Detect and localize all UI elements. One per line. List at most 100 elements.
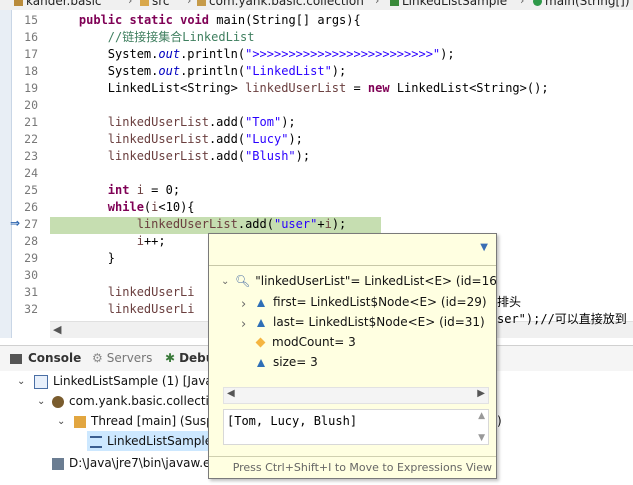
servers-icon: ⚙ bbox=[92, 351, 103, 365]
code-line: public static void main(String[] args){ bbox=[78, 13, 361, 27]
project-icon bbox=[14, 0, 23, 6]
line-number: 27 bbox=[24, 217, 38, 231]
collapse-arrow-icon[interactable]: ⌄ bbox=[37, 396, 45, 407]
tree-item-stack-frame[interactable]: LinkedListSample bbox=[90, 431, 212, 451]
code-line: System.out.println("LinkedList"); bbox=[50, 64, 347, 78]
tree-item-thread-tail: ) bbox=[497, 414, 502, 428]
inspect-child-row[interactable]: last= LinkedList$Node<E> (id=31) bbox=[257, 312, 485, 332]
code-line: int i = 0; bbox=[107, 183, 181, 197]
inspect-child-row[interactable]: modCount= 3 bbox=[255, 332, 356, 352]
collapse-arrow-icon[interactable]: ⌄ bbox=[57, 416, 65, 427]
breadcrumb-item-src[interactable]: src bbox=[140, 0, 170, 8]
code-line-32-tail: ser");//可以直接放到 bbox=[497, 312, 627, 326]
scroll-up-icon[interactable]: ▲ bbox=[478, 411, 485, 421]
launch-config-icon bbox=[34, 374, 48, 389]
popup-horizontal-scrollbar[interactable]: ◀ ▶ bbox=[223, 387, 489, 404]
line-number: 16 bbox=[24, 30, 38, 44]
breadcrumb-separator: › bbox=[128, 0, 133, 7]
line-number: 18 bbox=[24, 64, 38, 78]
tab-servers[interactable]: ⚙ Servers bbox=[92, 351, 152, 365]
line-number: 29 bbox=[24, 251, 38, 265]
process-icon bbox=[52, 395, 64, 408]
field-triangle-icon bbox=[257, 318, 265, 327]
breadcrumb-item-package[interactable]: com.yank.basic.collection bbox=[197, 0, 364, 8]
line-number: 30 bbox=[24, 268, 38, 282]
code-line: linkedUserLi bbox=[107, 285, 195, 299]
method-icon bbox=[533, 0, 542, 6]
tab-debug[interactable]: ✱ Debu bbox=[165, 351, 214, 365]
inspect-child-label: modCount= 3 bbox=[272, 335, 356, 349]
stack-frame-icon bbox=[90, 435, 102, 448]
line-number: 20 bbox=[24, 98, 38, 112]
line-number: 31 bbox=[24, 285, 38, 299]
inspect-detail-pane[interactable]: [Tom, Lucy, Blush] ▲ ▼ bbox=[223, 409, 489, 445]
code-line: linkedUserList.add("Blush"); bbox=[107, 149, 311, 163]
code-line: i++; bbox=[136, 234, 166, 248]
code-line: } bbox=[50, 251, 116, 265]
inspect-icon: 🔍︎ bbox=[235, 274, 251, 288]
line-number: 24 bbox=[24, 166, 38, 180]
scroll-down-icon[interactable]: ▼ bbox=[478, 433, 485, 443]
line-number: 21 bbox=[24, 115, 38, 129]
expand-arrow-icon[interactable]: › bbox=[241, 317, 246, 332]
field-diamond-icon bbox=[255, 337, 266, 348]
line-number: 26 bbox=[24, 200, 38, 214]
tab-console[interactable]: Console bbox=[10, 351, 81, 365]
console-icon bbox=[10, 353, 22, 364]
breadcrumb-item-class[interactable]: LinkedListSample bbox=[390, 0, 507, 8]
code-line-31-tail: 排头 bbox=[497, 295, 522, 309]
scroll-right-icon[interactable]: ▶ bbox=[477, 388, 485, 399]
tree-item-javaw[interactable]: D:\Java\jre7\bin\javaw.e bbox=[52, 453, 210, 473]
view-menu-icon[interactable]: ▼ bbox=[480, 242, 488, 253]
line-number: 32 bbox=[24, 302, 38, 316]
line-number: 28 bbox=[24, 234, 38, 248]
expand-arrow-icon[interactable]: › bbox=[241, 297, 246, 312]
breadcrumb-item-project[interactable]: kander.basic bbox=[14, 0, 102, 8]
inspect-child-label: first= LinkedList$Node<E> (id=29) bbox=[273, 295, 487, 309]
package-icon bbox=[197, 0, 206, 6]
tree-item-process[interactable]: com.yank.basic.collecti bbox=[52, 391, 209, 411]
code-line: //链接接集合LinkedList bbox=[107, 30, 255, 44]
vm-process-icon bbox=[52, 457, 64, 470]
collapse-arrow-icon[interactable]: ⌄ bbox=[17, 376, 25, 387]
popup-divider bbox=[209, 265, 496, 266]
code-line: while(i<10){ bbox=[107, 200, 195, 214]
line-number: 25 bbox=[24, 183, 38, 197]
inspect-child-label: size= 3 bbox=[273, 355, 318, 369]
footer-hint: Press Ctrl+Shift+I to Move to Expression… bbox=[232, 461, 492, 474]
code-line: linkedUserLi bbox=[107, 302, 195, 316]
code-line: System.out.println(">>>>>>>>>>>>>>>>>>>>… bbox=[50, 47, 455, 61]
inspect-child-label: last= LinkedList$Node<E> (id=31) bbox=[273, 315, 485, 329]
source-folder-icon bbox=[140, 0, 149, 6]
line-number: 15 bbox=[24, 13, 38, 27]
tree-item-thread[interactable]: Thread [main] (Susp bbox=[74, 411, 214, 431]
inspect-root-row[interactable]: 🔍︎ "linkedUserList"= LinkedList<E> (id=16 bbox=[235, 271, 496, 291]
code-line: LinkedList<String> linkedUserList = new … bbox=[50, 81, 549, 95]
breadcrumb-separator: › bbox=[187, 0, 192, 7]
inspect-popup[interactable]: ▼ ⌄ 🔍︎ "linkedUserList"= LinkedList<E> (i… bbox=[208, 233, 497, 479]
debug-icon: ✱ bbox=[165, 351, 176, 365]
breadcrumb-item-method[interactable]: main(String[]) bbox=[533, 0, 630, 8]
line-number: 17 bbox=[24, 47, 38, 61]
code-line: linkedUserList.add("Lucy"); bbox=[107, 132, 303, 146]
line-number: 19 bbox=[24, 81, 38, 95]
class-icon bbox=[390, 0, 399, 6]
tree-item-launch[interactable]: LinkedListSample (1) [Java bbox=[34, 371, 213, 391]
popup-footer: Press Ctrl+Shift+I to Move to Expression… bbox=[209, 456, 496, 478]
breadcrumb-separator: › bbox=[520, 0, 525, 7]
inspect-child-row[interactable]: size= 3 bbox=[257, 352, 318, 372]
code-line: linkedUserList.add("user"+i); bbox=[136, 217, 347, 231]
code-line: linkedUserList.add("Tom"); bbox=[107, 115, 296, 129]
field-triangle-icon bbox=[257, 298, 265, 307]
inspect-child-row[interactable]: first= LinkedList$Node<E> (id=29) bbox=[257, 292, 487, 312]
line-number: 22 bbox=[24, 132, 38, 146]
thread-suspended-icon bbox=[74, 415, 86, 428]
field-triangle-icon bbox=[257, 358, 265, 367]
breadcrumb-separator: › bbox=[375, 0, 380, 7]
line-number: 23 bbox=[24, 149, 38, 163]
detail-value: [Tom, Lucy, Blush] bbox=[227, 414, 358, 428]
scroll-left-icon[interactable]: ◀ bbox=[227, 388, 235, 399]
scroll-left-icon[interactable]: ◀ bbox=[53, 323, 61, 336]
collapse-arrow-icon[interactable]: ⌄ bbox=[221, 276, 229, 287]
editor-ruler bbox=[0, 10, 12, 338]
